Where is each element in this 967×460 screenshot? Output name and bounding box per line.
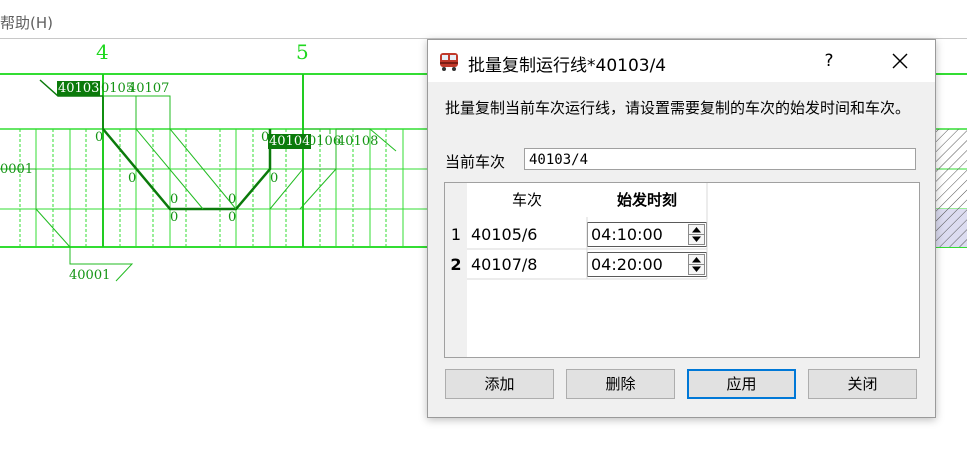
hour-label-5: 5 [296, 40, 309, 64]
start-time-value: 04:10:00 [591, 225, 663, 244]
current-train-label: 当前车次 [445, 153, 506, 171]
train-cell[interactable]: 40107/8 [471, 250, 583, 279]
other-train-lines [0, 95, 397, 282]
spin-arrows-icon[interactable] [688, 224, 705, 245]
stop-digit: 0 [228, 192, 237, 207]
apply-button[interactable]: 应用 [687, 369, 796, 399]
menu-help[interactable]: 帮助(H) [0, 12, 53, 33]
close-button[interactable]: 关闭 [808, 369, 917, 399]
dialog-title: 批量复制运行线*40103/4 [468, 56, 667, 76]
stop-digit: 0 [228, 210, 237, 225]
row-header[interactable]: 1 [445, 220, 467, 249]
dialog-titlebar[interactable]: 批量复制运行线*40103/4 ? [428, 40, 935, 82]
hour-label-4: 4 [96, 40, 109, 64]
table-corner [445, 183, 467, 217]
stop-digit: 0 [95, 130, 104, 145]
start-time-value: 04:20:00 [591, 255, 663, 274]
train-cell[interactable]: 40105/6 [471, 220, 583, 249]
train-label-0001: 0001 [0, 162, 34, 177]
stop-digit: 0 [170, 192, 179, 207]
hatch-block-bottom [935, 209, 967, 247]
column-header-start-time[interactable]: 始发时刻 [587, 183, 707, 217]
spin-arrows-icon[interactable] [688, 254, 705, 275]
train-label-40104[interactable]: 40104 [268, 134, 312, 149]
delete-button[interactable]: 删除 [566, 369, 675, 399]
train-label-40103[interactable]: 40103 [57, 81, 101, 96]
hatch-block-top [935, 129, 967, 209]
close-icon[interactable] [880, 48, 920, 74]
train-label-40107: 40107 [128, 81, 170, 96]
column-header-train[interactable]: 车次 [467, 183, 587, 217]
copy-table: 车次 始发时刻 1 40105/6 04:10:00 2 40107/8 04:… [444, 182, 920, 358]
stop-digit: 0 [170, 210, 179, 225]
train-icon [440, 53, 458, 71]
help-button[interactable]: ? [814, 48, 844, 74]
start-time-spinbox[interactable]: 04:10:00 [587, 222, 707, 247]
stop-digit: 0 [270, 171, 279, 186]
stop-digit: 0 [261, 130, 270, 145]
batch-copy-dialog: 批量复制运行线*40103/4 ? 批量复制当前车次运行线，请设置需要复制的车次… [427, 39, 936, 418]
train-label-40001: 40001 [69, 268, 111, 283]
add-button[interactable]: 添加 [445, 369, 554, 399]
menu-bar: 帮助(H) [0, 0, 967, 39]
current-train-field[interactable]: 40103/4 [524, 148, 916, 170]
start-time-spinbox[interactable]: 04:20:00 [587, 252, 707, 277]
stop-digit: 0 [128, 171, 137, 186]
dialog-description: 批量复制当前车次运行线，请设置需要复制的车次的始发时间和车次。 [445, 99, 911, 117]
row-header[interactable]: 2 [445, 250, 467, 279]
train-label-40108: 40108 [337, 134, 379, 149]
